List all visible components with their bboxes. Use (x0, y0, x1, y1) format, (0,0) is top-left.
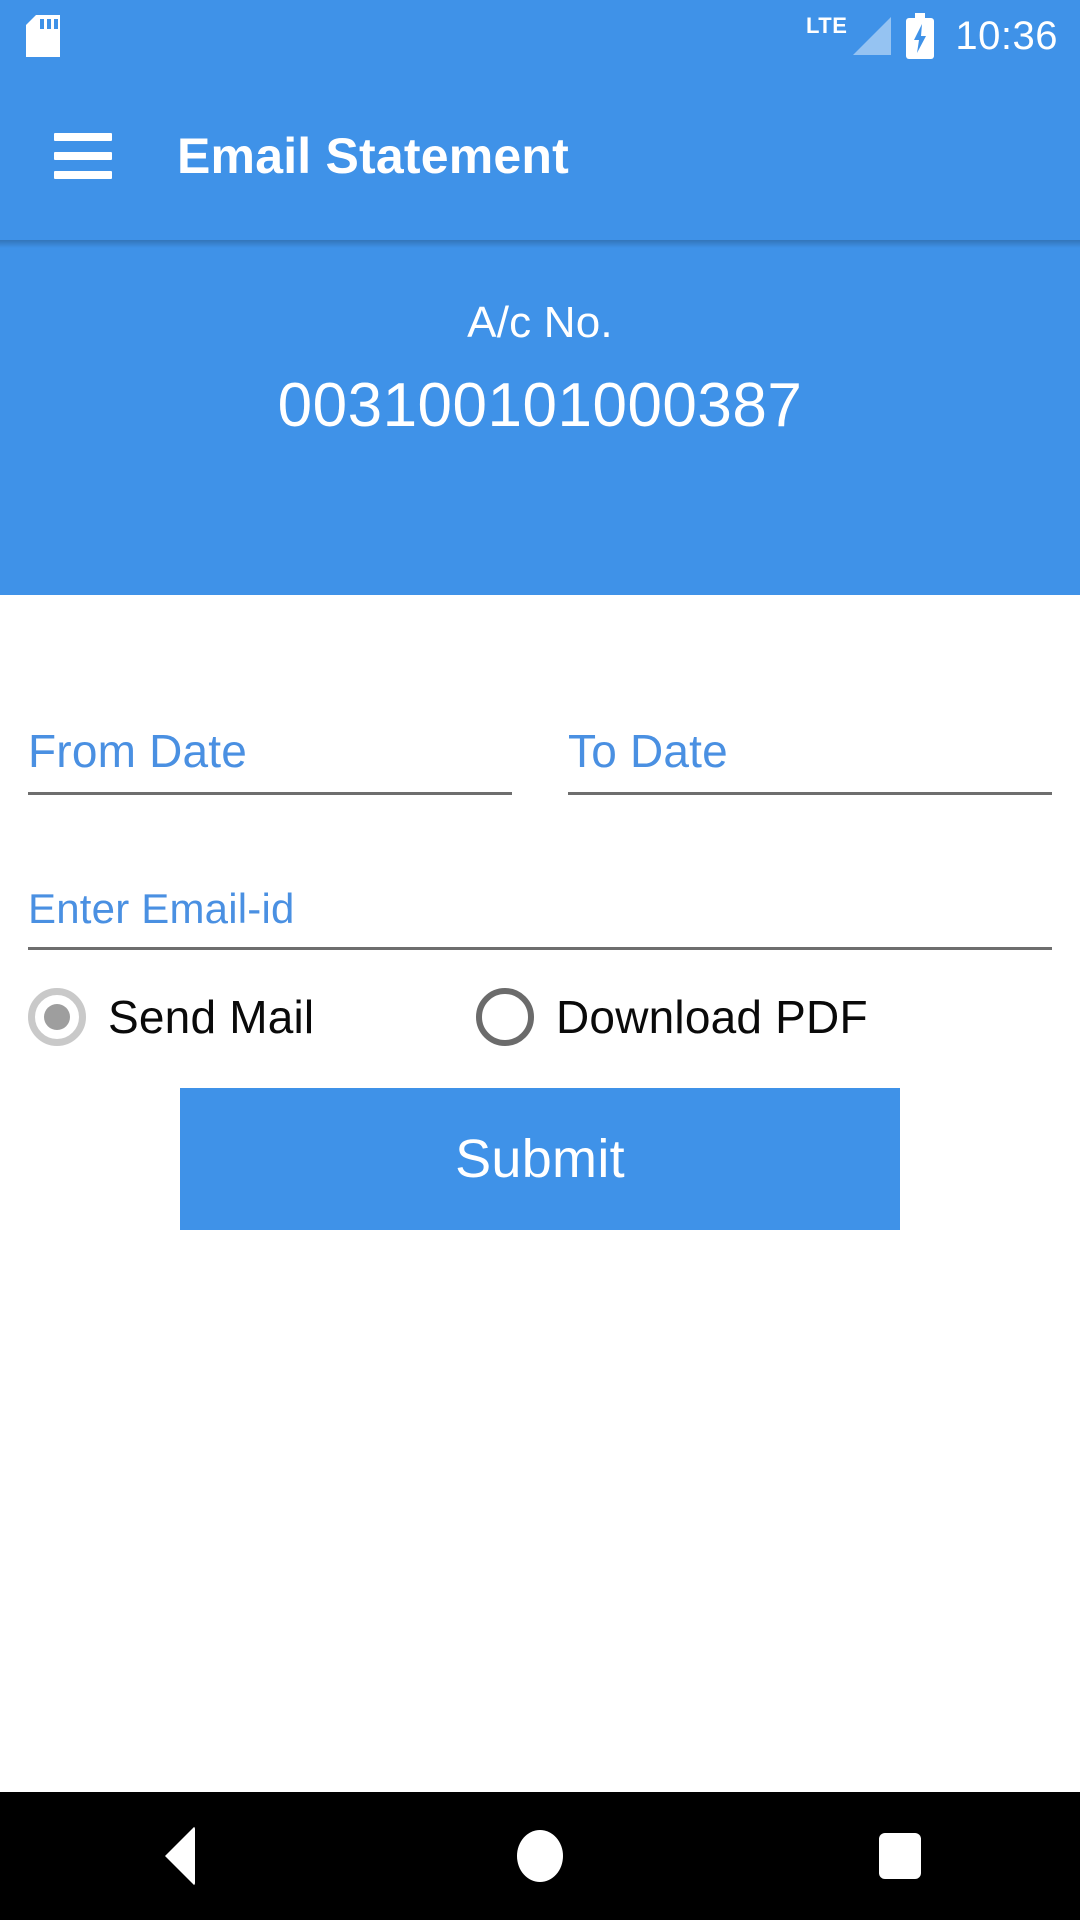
radio-download-pdf-label: Download PDF (556, 991, 868, 1044)
radio-dot (44, 1004, 70, 1031)
radio-send-mail-label: Send Mail (108, 991, 315, 1044)
to-date-field[interactable]: To Date (568, 725, 1052, 795)
recents-square-icon (879, 1833, 921, 1879)
submit-button[interactable]: Submit (180, 1088, 900, 1231)
account-number-value: 003100101000387 (277, 371, 803, 440)
account-number-label: A/c No. (467, 298, 613, 347)
radio-send-mail[interactable]: Send Mail (28, 988, 476, 1047)
network-indicator: LTE (805, 13, 892, 57)
app-toolbar: Email Statement (0, 72, 1080, 248)
nav-back-button[interactable] (90, 1792, 270, 1920)
battery-charging-icon (906, 13, 935, 59)
radio-download-pdf[interactable]: Download PDF (476, 988, 868, 1047)
delivery-option-group: Send Mail Download PDF (28, 988, 1052, 1047)
sd-card-icon (26, 15, 60, 57)
home-circle-icon (517, 1830, 563, 1882)
to-date-placeholder: To Date (568, 725, 728, 777)
statement-form: From Date To Date Enter Email-id Send Ma… (0, 595, 1080, 1792)
status-bar-clock: 10:36 (955, 14, 1058, 58)
status-bar-right: LTE 10:36 (806, 13, 1058, 59)
email-placeholder: Enter Email-id (28, 884, 295, 932)
from-date-placeholder: From Date (28, 725, 248, 777)
status-bar: LTE 10:36 (0, 0, 1080, 72)
account-header: A/c No. 003100101000387 (0, 240, 1080, 595)
hamburger-bar (54, 152, 112, 160)
page-title: Email Statement (177, 128, 570, 184)
radio-send-mail-icon (28, 988, 86, 1047)
system-navigation-bar (0, 1792, 1080, 1920)
hamburger-menu-icon[interactable] (54, 133, 112, 179)
signal-triangle-icon (853, 17, 892, 55)
network-type-label: LTE (805, 13, 848, 38)
hamburger-bar (54, 171, 112, 179)
from-date-field[interactable]: From Date (28, 725, 512, 795)
app-screen: LTE 10:36 Email Statement A/c No. 003100… (0, 0, 1080, 1920)
nav-recents-button[interactable] (810, 1792, 990, 1920)
email-field[interactable]: Enter Email-id (28, 884, 1052, 951)
status-bar-left (26, 15, 60, 57)
date-range-row: From Date To Date (28, 725, 1052, 795)
back-triangle-icon (165, 1826, 195, 1886)
submit-row: Submit (28, 1088, 1052, 1231)
nav-home-button[interactable] (450, 1792, 630, 1920)
radio-download-pdf-icon (476, 988, 534, 1047)
hamburger-bar (54, 133, 112, 141)
